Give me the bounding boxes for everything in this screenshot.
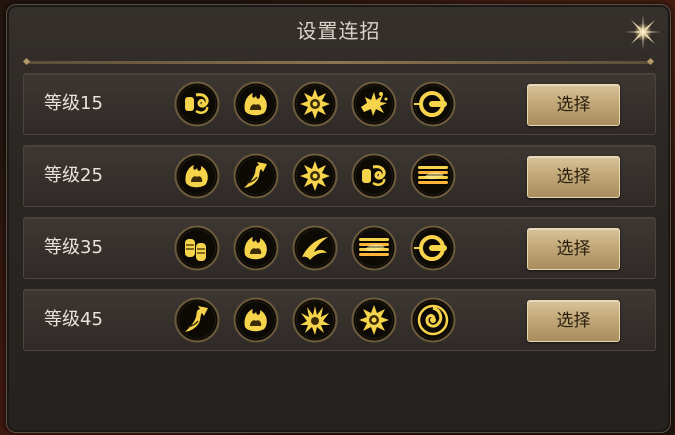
combo-row-2: 等级25 选择 bbox=[23, 145, 656, 207]
level-label: 等级15 bbox=[44, 93, 103, 114]
slash-icon bbox=[292, 225, 338, 271]
combo-row-3: 等级35 选择 bbox=[23, 217, 656, 279]
select-button[interactable]: 选择 bbox=[527, 228, 620, 270]
fist-swirl-icon bbox=[351, 153, 397, 199]
fire-claw-icon bbox=[233, 297, 279, 343]
rising-arrow-icon bbox=[174, 297, 220, 343]
fire-claw-icon bbox=[233, 225, 279, 271]
sunburst-icon bbox=[351, 297, 397, 343]
fire-claw-icon bbox=[233, 81, 279, 127]
vortex-icon bbox=[410, 297, 456, 343]
close-button[interactable] bbox=[620, 9, 666, 55]
ring-dash-icon bbox=[410, 225, 456, 271]
select-button[interactable]: 选择 bbox=[527, 300, 620, 342]
level-label: 等级25 bbox=[44, 165, 103, 186]
combo-row-4: 等级45 选择 bbox=[23, 289, 656, 351]
combo-settings-dialog: 设置连招 等级15 选择 等级25 选择 等级35 选择 等级45 选择 bbox=[6, 4, 671, 433]
double-fist-icon bbox=[174, 225, 220, 271]
sunburst-icon bbox=[292, 153, 338, 199]
level-label: 等级35 bbox=[44, 237, 103, 258]
fire-claw-icon bbox=[174, 153, 220, 199]
burst-shard-icon bbox=[292, 297, 338, 343]
title-divider bbox=[27, 61, 650, 64]
fist-swirl-icon bbox=[174, 81, 220, 127]
close-icon bbox=[625, 14, 661, 50]
combo-row-1: 等级15 选择 bbox=[23, 73, 656, 135]
explosion-icon bbox=[351, 81, 397, 127]
ring-dash-icon bbox=[410, 81, 456, 127]
sunburst-icon bbox=[292, 81, 338, 127]
dialog-title: 设置连招 bbox=[296, 19, 381, 43]
rising-arrow-icon bbox=[233, 153, 279, 199]
flame-stripe-icon bbox=[351, 225, 397, 271]
level-label: 等级45 bbox=[44, 309, 103, 330]
select-button[interactable]: 选择 bbox=[527, 84, 620, 126]
flame-stripe-icon bbox=[410, 153, 456, 199]
select-button[interactable]: 选择 bbox=[527, 156, 620, 198]
